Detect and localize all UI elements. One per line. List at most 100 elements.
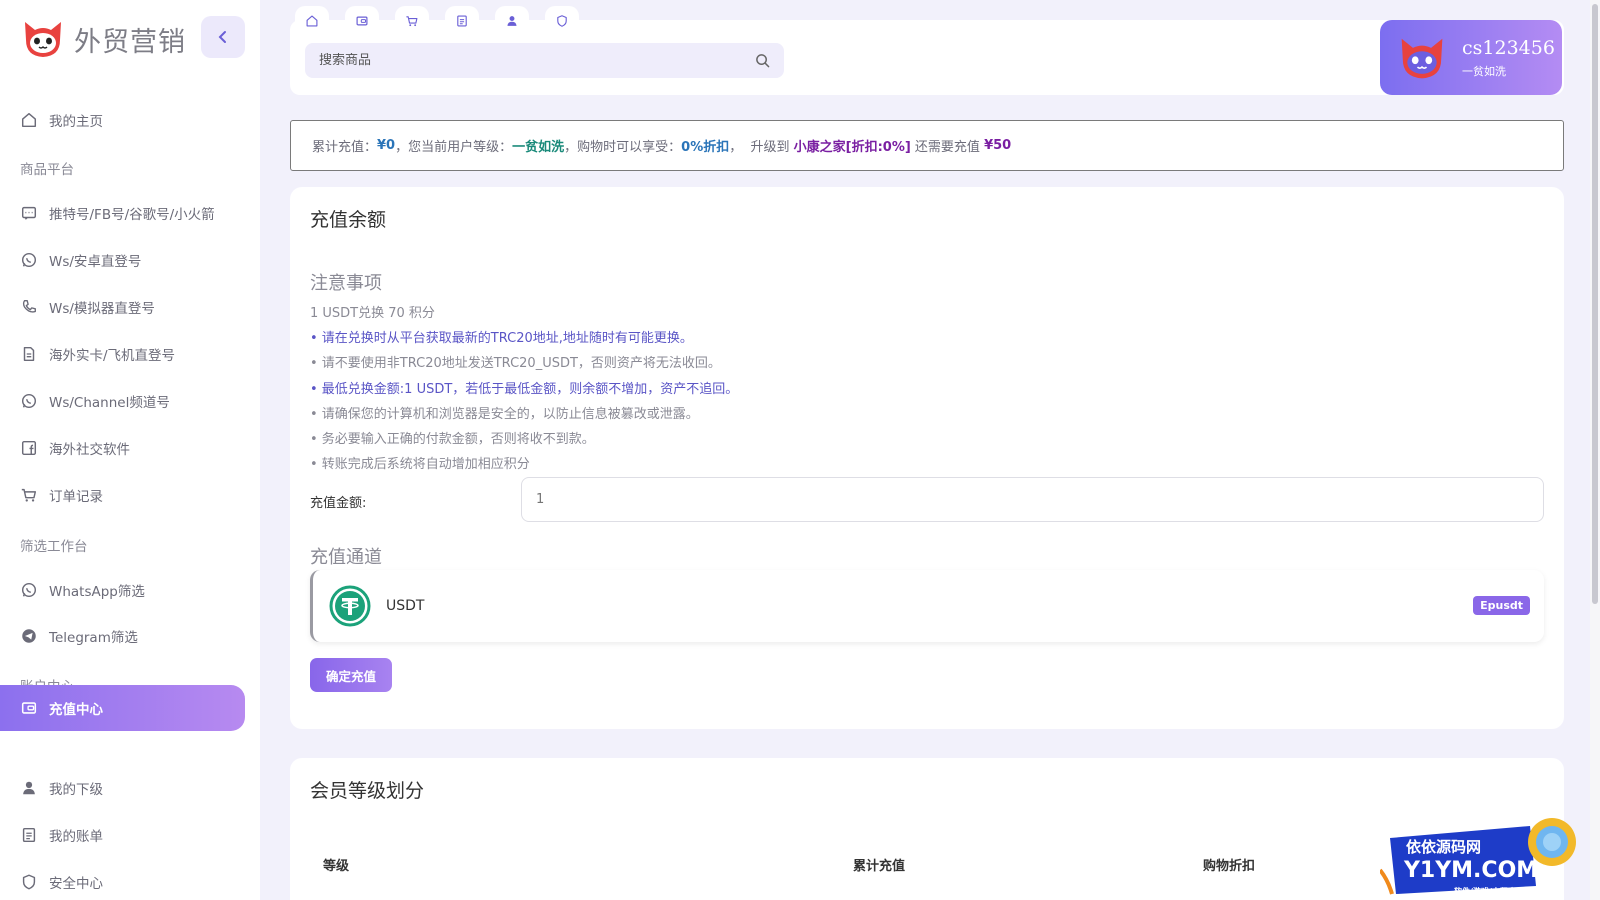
note-item: • 最低兑换金额:1 USDT，若低于最低金额，则余额不增加，资产不追回。 [310,381,739,397]
brand[interactable]: 外贸营销 [20,16,186,62]
telegram-icon [22,629,36,643]
sidebar: 外贸营销 我的主页 商品平台 推特号/FB号/谷歌号/小火箭 Ws/安卓直登号 Ws/模… [0,0,260,900]
quick-link-bill[interactable] [445,6,479,36]
scrollbar-thumb[interactable] [1592,4,1598,604]
home-icon [306,15,318,27]
sidebar-item-icon [20,486,38,504]
channel-title: 充值通道 [310,547,382,568]
sidebar-item-label: Telegram筛选 [49,630,138,646]
chevron-left-icon [218,31,226,43]
sidebar-item[interactable]: 安全中心 [0,859,245,900]
notice-upgrade-label: ， 升级到 [729,140,794,155]
sidebar-item-icon [20,251,38,269]
quick-link-user[interactable] [495,6,529,36]
amount-input[interactable] [521,477,1544,522]
watermark-line2: Y1YM.COM [1403,858,1538,883]
brand-name: 外贸营销 [74,26,186,58]
note-item: • 务必要输入正确的付款金额，否则将收不到款。 [310,432,595,448]
notice-total-label: 累计充值： [312,140,378,155]
user-icon [507,16,517,26]
shield-icon [22,874,36,890]
sidebar-item-icon [20,111,38,129]
confirm-recharge-button[interactable]: 确定充值 [310,658,392,692]
home-icon [21,112,37,128]
user-card[interactable]: cs123456 一贫如洗 [1380,20,1562,95]
sidebar-item[interactable]: Ws/模拟器直登号 [0,284,245,330]
bill-icon [22,827,36,843]
channel-name: USDT [386,598,425,614]
quick-link-home[interactable] [295,6,329,36]
document-icon [23,346,35,362]
sidebar-item[interactable]: 海外实卡/飞机直登号 [0,331,245,377]
notice-level-label: ，您当前用户等级： [395,140,513,155]
sidebar-item-icon [20,204,38,222]
sidebar-item[interactable]: 我的账单 [0,812,245,858]
sidebar-item-icon [20,345,38,363]
channel-badge: Epusdt [1473,596,1530,615]
note-item: • 转账完成后系统将自动增加相应积分 [310,457,530,473]
sidebar-item[interactable]: Telegram筛选 [0,613,245,659]
recharge-title: 充值余额 [310,209,387,231]
note-item: • 请确保您的计算机和浏览器是安全的，以防止信息被篡改或泄露。 [310,406,699,422]
whatsapp-icon [21,252,37,268]
notice-total-value: ¥0 [377,138,396,153]
search-icon[interactable] [755,53,770,68]
message-icon [21,206,37,220]
column-header-level: 等级 [323,859,350,874]
sidebar-item-label: 订单记录 [49,489,103,505]
notice-upgrade-value: 小康之家[折扣:0%] [793,140,911,155]
sidebar-item[interactable]: 推特号/FB号/谷歌号/小火箭 [0,190,245,236]
facebook-icon [21,440,37,456]
sidebar-item-label: 我的主页 [49,114,103,130]
search-bar[interactable] [305,43,784,78]
notice-need-label: 还需要充值 [910,140,985,155]
sidebar-item-label: 海外实卡/飞机直登号 [49,348,176,364]
member-level-card: 会员等级划分 等级 累计充值 购物折扣 [290,758,1564,900]
notes-list: 1 USDT兑换 70 积分 • 请在兑换时从平台获取最新的TRC20地址,地址… [310,301,738,477]
note-item: • 请在兑换时从平台获取最新的TRC20地址,地址随时有可能更换。 [310,331,693,347]
sidebar-item-label: 我的下级 [49,782,103,798]
sidebar-item-icon [20,298,38,316]
user-level: 一贫如洗 [1462,64,1506,78]
phone-icon [22,300,36,313]
sidebar-item-icon [20,392,38,410]
sidebar-item-label: WhatsApp筛选 [49,584,145,600]
quick-link-shield[interactable] [545,6,579,36]
channel-option-usdt[interactable]: USDT Epusdt [310,570,1544,642]
sidebar-item[interactable]: 订单记录 [0,472,245,518]
sidebar-item[interactable]: 我的主页 [0,97,245,143]
sidebar-item[interactable]: 海外社交软件 [0,425,245,471]
whatsapp-icon [21,393,37,409]
watermark-line1: 依依源码网 [1406,838,1481,856]
collapse-sidebar-button[interactable] [201,16,245,58]
sidebar-item-icon [20,873,38,891]
sidebar-item-icon [20,439,38,457]
sidebar-item[interactable]: 充值中心 [0,685,245,731]
cart-icon [406,16,418,27]
watermark-line3: 软件/游戏/小程序/棋牌 [1454,886,1535,896]
amount-label: 充值金额: [310,496,367,511]
notice-level-value: 一贫如洗 [512,140,565,155]
sidebar-item-label: 充值中心 [49,702,103,718]
exchange-rate: 1 USDT兑换 70 积分 [310,306,435,321]
cat-logo-icon [25,22,61,57]
quick-link-cart[interactable] [395,6,429,36]
note-item: • 请不要使用非TRC20地址发送TRC20_USDT，否则资产将无法收回。 [310,356,721,372]
sidebar-item-label: Ws/模拟器直登号 [49,301,155,317]
sidebar-item[interactable]: WhatsApp筛选 [0,567,245,613]
sidebar-item[interactable]: Ws/Channel频道号 [0,378,245,424]
sidebar-item-icon [20,826,38,844]
search-input[interactable] [319,53,755,68]
sidebar-item[interactable]: Ws/安卓直登号 [0,237,245,283]
tether-icon [329,585,371,627]
recharge-notice: 累计充值： ¥0 ，您当前用户等级： 一贫如洗 ，购物时可以享受： 0%折扣 ，… [290,120,1564,171]
column-header-discount: 购物折扣 [1203,859,1256,874]
sidebar-item[interactable]: 我的下级 [0,765,245,811]
avatar [1401,38,1443,78]
wallet-icon [356,16,368,26]
notice-discount-value: 0%折扣 [681,140,730,155]
member-level-title: 会员等级划分 [310,780,425,802]
quick-link-wallet[interactable] [345,6,379,36]
watermark-logo: 依依源码网 Y1YM.COM 软件/游戏/小程序/棋牌 [1380,818,1576,896]
sidebar-item-label: 海外社交软件 [49,442,130,458]
